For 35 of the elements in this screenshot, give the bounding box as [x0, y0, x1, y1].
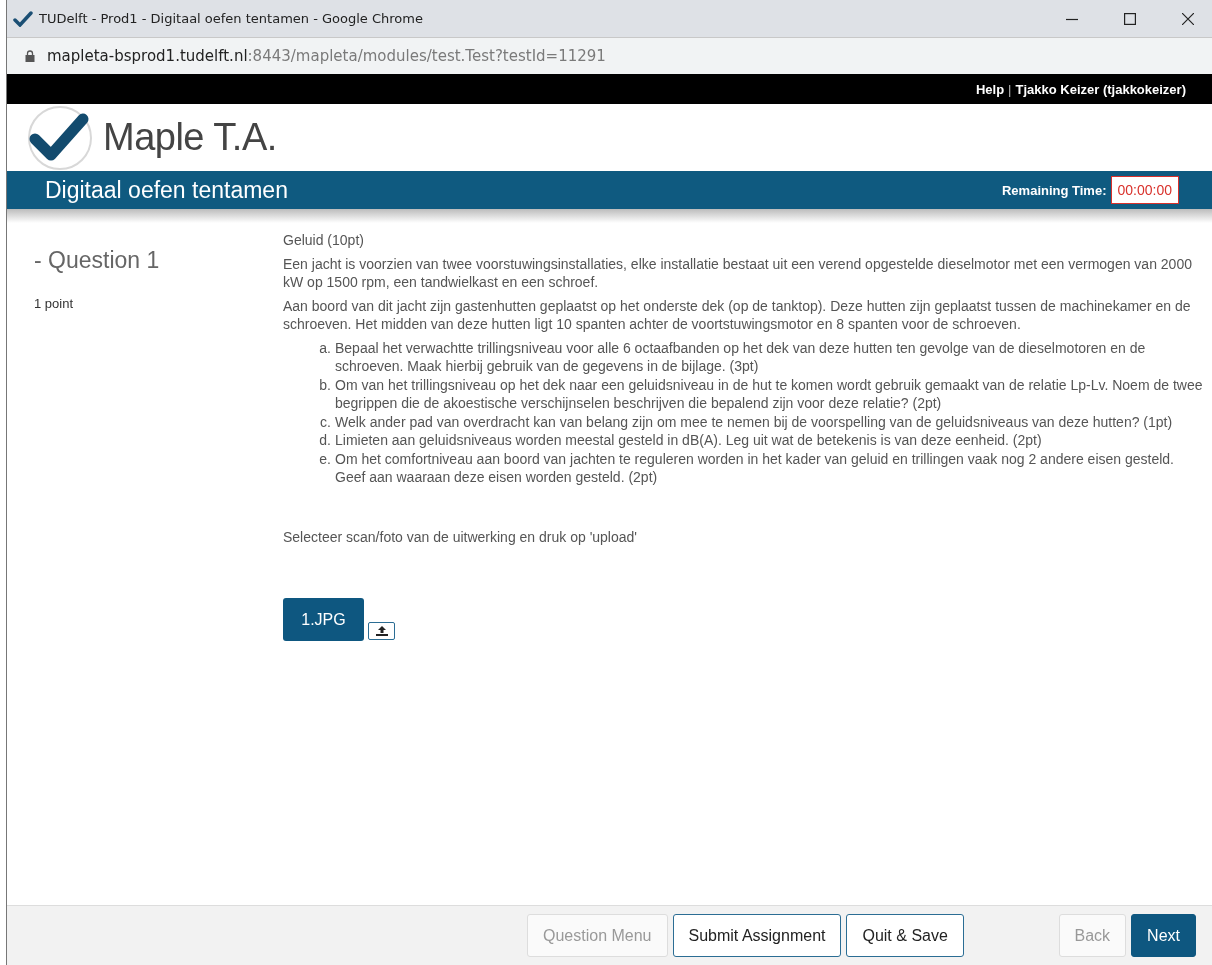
list-marker: e.: [318, 449, 331, 469]
close-icon[interactable]: [1182, 12, 1194, 25]
upload-icon: [374, 626, 389, 636]
upload-button[interactable]: [368, 622, 395, 640]
question-points: 1 point: [34, 296, 75, 311]
list-marker: d.: [318, 431, 331, 450]
timer-value: 00:00:00: [1110, 176, 1179, 204]
list-marker: c.: [319, 412, 331, 431]
timer-label: Remaining Time:: [1002, 182, 1107, 198]
question-item-text: Om van het trillingsniveau op het dek naar een geluidsniveau in de hut te komen wordt gebruik gemaakt van de relatie Lp-Lv. Noem de twee begrippen die de akoestische verschijnselen beschrijven die bepalend zijn voor deze relatie? (2pt): [335, 375, 1204, 413]
list-marker: b.: [318, 375, 331, 395]
help-link[interactable]: Help: [975, 81, 1005, 97]
footer-button[interactable]: Next: [1131, 914, 1196, 957]
logo-text: Maple T.A.: [103, 116, 277, 159]
window-title: TUDelft - Prod1 - Digitaal oefen tentamen - Google Chrome: [39, 11, 423, 26]
maximize-icon[interactable]: [1124, 12, 1136, 25]
question-heading: - Question 1: [34, 247, 161, 274]
upload-instruction: Selecteer scan/foto van de uitwerking en druk op 'upload': [283, 527, 638, 546]
footer-button[interactable]: Quit & Save: [846, 914, 964, 957]
file-button[interactable]: 1.JPG: [283, 598, 364, 641]
checkmark-icon: [13, 10, 33, 27]
question-item-text: Bepaal het verwachtte trillingsniveau voor alle 6 octaafbanden op het dek van deze hutten ten gevolge van de dieselmotoren en de schroeven. Maak hierbij gebruik van de gegevens in de bijlage. (3pt): [335, 338, 1147, 376]
question-item-text: Om het comfortniveau aan boord van jachten te reguleren worden in het kader van geluid en trillingen vaak nog 2 andere eisen gesteld. Geef aan waaraan deze eisen worden gesteld. (2pt): [335, 449, 1175, 487]
question-item-text: Welk ander pad van overdracht kan van belang zijn om mee te nemen bij de voorspelling van de geluidsniveaus van deze hutten? (1pt): [335, 412, 1173, 431]
question-paragraph: Een jacht is voorzien van twee voorstuwingsinstallaties, elke installatie bestaat uit een verend opgestelde dieselmotor met een vermogen van 2000 kW op 1500 rpm, een tandwielkast en een schroef.: [283, 254, 1193, 292]
question-title: Geluid (10pt): [283, 231, 365, 250]
list-marker: a.: [318, 338, 331, 358]
lock-icon: [25, 50, 35, 62]
separator: |: [1008, 81, 1012, 97]
page-heading: Digitaal oefen tentamen: [45, 176, 288, 204]
user-link[interactable]: Tjakko Keizer (tjakkokeizer): [1015, 81, 1186, 97]
question-item-text: Limieten aan geluidsniveaus worden meestal gesteld in dB(A). Leg uit wat de betekenis is van deze eenheid. (2pt): [335, 431, 1042, 450]
footer-button[interactable]: Submit Assignment: [672, 914, 842, 957]
checkmark-logo-icon: [27, 104, 93, 171]
question-paragraph: Aan boord van dit jacht zijn gastenhutten geplaatst op het onderste dek (op de tanktop). Deze hutten zijn geplaatst tussen de machinekamer en de schroeven. Het midden van deze hutten ligt 10 spanten achter de voortstuwingsmotor en 8 spanten voor de schroeven.: [283, 296, 1192, 334]
